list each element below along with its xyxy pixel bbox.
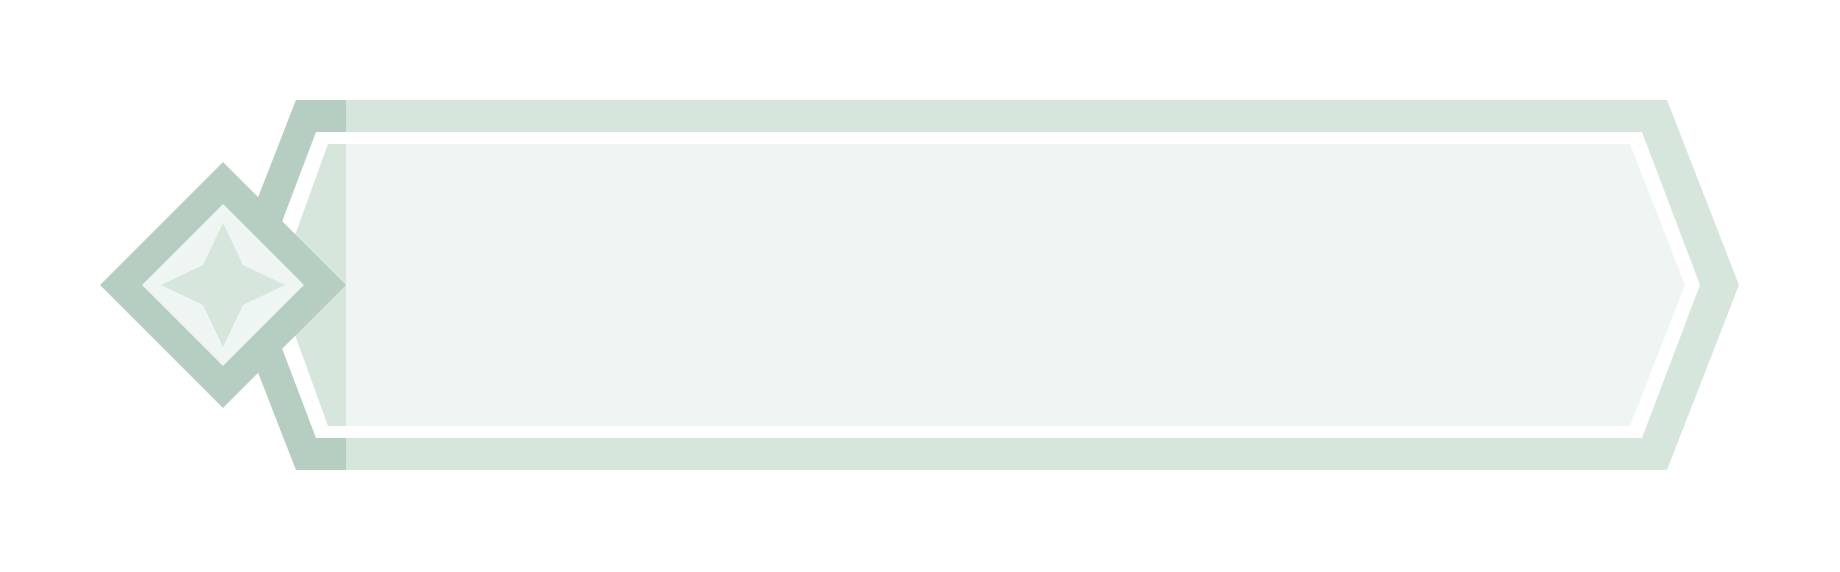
decorative-banner [100, 100, 1739, 470]
banner-stage [0, 0, 1840, 572]
inner-content-panel [277, 144, 1685, 426]
